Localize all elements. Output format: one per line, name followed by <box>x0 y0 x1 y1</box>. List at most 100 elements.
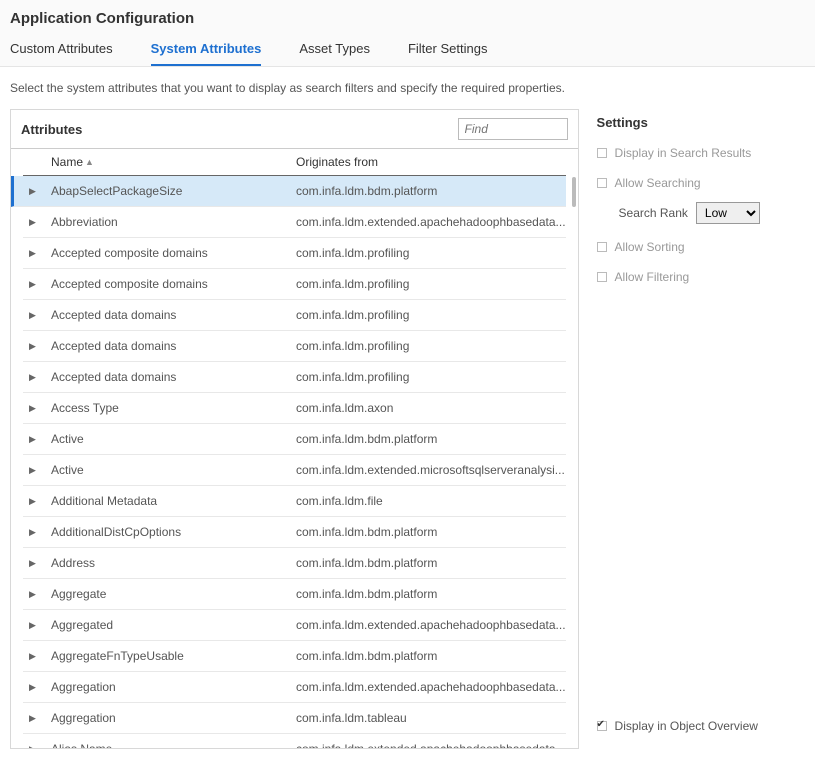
attribute-origin: com.infa.ldm.extended.apachehadoophbased… <box>296 680 566 694</box>
expand-caret-icon[interactable]: ▶ <box>23 248 51 259</box>
column-origin-header[interactable]: Originates from <box>296 155 566 169</box>
attribute-name: Active <box>51 463 296 477</box>
expand-caret-icon[interactable]: ▶ <box>23 682 51 693</box>
table-row[interactable]: ▶Accepted composite domainscom.infa.ldm.… <box>23 238 566 269</box>
attribute-origin: com.infa.ldm.extended.apachehadoophbased… <box>296 215 566 229</box>
attribute-origin: com.infa.ldm.bdm.platform <box>296 587 566 601</box>
attribute-origin: com.infa.ldm.bdm.platform <box>296 556 566 570</box>
expand-caret-icon[interactable]: ▶ <box>23 403 51 414</box>
attribute-origin: com.infa.ldm.profiling <box>296 277 566 291</box>
checkbox-icon[interactable] <box>597 242 607 252</box>
tab-description: Select the system attributes that you wa… <box>0 67 815 109</box>
table-row[interactable]: ▶Alias Namecom.infa.ldm.extended.apacheh… <box>23 734 566 748</box>
table-row[interactable]: ▶Activecom.infa.ldm.extended.microsoftsq… <box>23 455 566 486</box>
expand-caret-icon[interactable]: ▶ <box>23 217 51 228</box>
setting-display-in-object-overview[interactable]: Display in Object Overview <box>597 719 805 733</box>
expand-caret-icon[interactable]: ▶ <box>23 434 51 445</box>
attribute-name: Accepted data domains <box>51 339 296 353</box>
tabs: Custom Attributes System Attributes Asse… <box>10 41 805 66</box>
page-title: Application Configuration <box>10 10 805 27</box>
expand-caret-icon[interactable]: ▶ <box>23 558 51 569</box>
expand-caret-icon[interactable]: ▶ <box>23 310 51 321</box>
attribute-origin: com.infa.ldm.profiling <box>296 246 566 260</box>
attribute-name: Aggregation <box>51 680 296 694</box>
attribute-origin: com.infa.ldm.profiling <box>296 339 566 353</box>
find-input[interactable] <box>458 118 568 140</box>
attribute-origin: com.infa.ldm.profiling <box>296 308 566 322</box>
attribute-name: Accepted composite domains <box>51 246 296 260</box>
table-row[interactable]: ▶Addresscom.infa.ldm.bdm.platform <box>23 548 566 579</box>
attribute-name: Abbreviation <box>51 215 296 229</box>
attribute-origin: com.infa.ldm.bdm.platform <box>296 649 566 663</box>
expand-caret-icon[interactable]: ▶ <box>23 651 51 662</box>
expand-caret-icon[interactable]: ▶ <box>23 744 51 749</box>
settings-panel: Settings Display in Search Results Allow… <box>597 109 805 749</box>
setting-allow-sorting[interactable]: Allow Sorting <box>597 240 805 254</box>
checkbox-icon[interactable] <box>597 148 607 158</box>
settings-title: Settings <box>597 115 805 130</box>
attribute-name: Additional Metadata <box>51 494 296 508</box>
expand-caret-icon[interactable]: ▶ <box>23 186 51 197</box>
column-name-header[interactable]: Name▲ <box>51 155 296 169</box>
checkbox-icon[interactable] <box>597 178 607 188</box>
setting-allow-filtering[interactable]: Allow Filtering <box>597 270 805 284</box>
table-row[interactable]: ▶Access Typecom.infa.ldm.axon <box>23 393 566 424</box>
table-row[interactable]: ▶AbapSelectPackageSizecom.infa.ldm.bdm.p… <box>11 176 566 207</box>
table-row[interactable]: ▶AdditionalDistCpOptionscom.infa.ldm.bdm… <box>23 517 566 548</box>
attribute-name: AbapSelectPackageSize <box>51 184 296 198</box>
expand-caret-icon[interactable]: ▶ <box>23 465 51 476</box>
attribute-origin: com.infa.ldm.extended.apachehadoophbased… <box>296 618 566 632</box>
attribute-origin: com.infa.ldm.bdm.platform <box>296 432 566 446</box>
table-row[interactable]: ▶Aggregationcom.infa.ldm.extended.apache… <box>23 672 566 703</box>
expand-caret-icon[interactable]: ▶ <box>23 341 51 352</box>
attribute-origin: com.infa.ldm.tableau <box>296 711 566 725</box>
expand-caret-icon[interactable]: ▶ <box>23 527 51 538</box>
setting-display-in-search-results[interactable]: Display in Search Results <box>597 146 805 160</box>
checkbox-checked-icon[interactable] <box>597 721 607 731</box>
table-row[interactable]: ▶Accepted composite domainscom.infa.ldm.… <box>23 269 566 300</box>
attribute-origin: com.infa.ldm.file <box>296 494 566 508</box>
attributes-title: Attributes <box>21 122 82 137</box>
expand-caret-icon[interactable]: ▶ <box>23 372 51 383</box>
search-rank-select[interactable]: Low <box>696 202 760 224</box>
table-row[interactable]: ▶Aggregatecom.infa.ldm.bdm.platform <box>23 579 566 610</box>
attribute-origin: com.infa.ldm.bdm.platform <box>296 525 566 539</box>
table-header: Name▲ Originates from <box>23 149 566 176</box>
table-row[interactable]: ▶Aggregationcom.infa.ldm.tableau <box>23 703 566 734</box>
table-row[interactable]: ▶Activecom.infa.ldm.bdm.platform <box>23 424 566 455</box>
attribute-name: Aggregation <box>51 711 296 725</box>
checkbox-icon[interactable] <box>597 272 607 282</box>
setting-allow-searching[interactable]: Allow Searching <box>597 176 805 190</box>
table-row[interactable]: ▶AggregateFnTypeUsablecom.infa.ldm.bdm.p… <box>23 641 566 672</box>
expand-caret-icon[interactable]: ▶ <box>23 279 51 290</box>
search-rank-label: Search Rank <box>619 206 688 220</box>
tab-custom-attributes[interactable]: Custom Attributes <box>10 41 113 66</box>
expand-caret-icon[interactable]: ▶ <box>23 620 51 631</box>
table-row[interactable]: ▶Abbreviationcom.infa.ldm.extended.apach… <box>23 207 566 238</box>
attribute-name: Accepted data domains <box>51 308 296 322</box>
attribute-origin: com.infa.ldm.axon <box>296 401 566 415</box>
table-row[interactable]: ▶Additional Metadatacom.infa.ldm.file <box>23 486 566 517</box>
attribute-name: Address <box>51 556 296 570</box>
table-row[interactable]: ▶Accepted data domainscom.infa.ldm.profi… <box>23 300 566 331</box>
attribute-origin: com.infa.ldm.extended.apachehadoophbased… <box>296 742 566 748</box>
attribute-name: Aggregated <box>51 618 296 632</box>
table-row[interactable]: ▶Aggregatedcom.infa.ldm.extended.apacheh… <box>23 610 566 641</box>
scrollbar-thumb[interactable] <box>572 177 576 207</box>
tab-asset-types[interactable]: Asset Types <box>299 41 370 66</box>
attribute-name: AdditionalDistCpOptions <box>51 525 296 539</box>
attribute-name: AggregateFnTypeUsable <box>51 649 296 663</box>
table-row[interactable]: ▶Accepted data domainscom.infa.ldm.profi… <box>23 331 566 362</box>
expand-caret-icon[interactable]: ▶ <box>23 713 51 724</box>
attribute-name: Alias Name <box>51 742 296 748</box>
attribute-name: Access Type <box>51 401 296 415</box>
sort-asc-icon: ▲ <box>85 157 94 167</box>
tab-system-attributes[interactable]: System Attributes <box>151 41 262 66</box>
expand-caret-icon[interactable]: ▶ <box>23 589 51 600</box>
attribute-name: Active <box>51 432 296 446</box>
tab-filter-settings[interactable]: Filter Settings <box>408 41 487 66</box>
table-row[interactable]: ▶Accepted data domainscom.infa.ldm.profi… <box>23 362 566 393</box>
attribute-name: Aggregate <box>51 587 296 601</box>
attribute-origin: com.infa.ldm.extended.microsoftsqlserver… <box>296 463 566 477</box>
expand-caret-icon[interactable]: ▶ <box>23 496 51 507</box>
